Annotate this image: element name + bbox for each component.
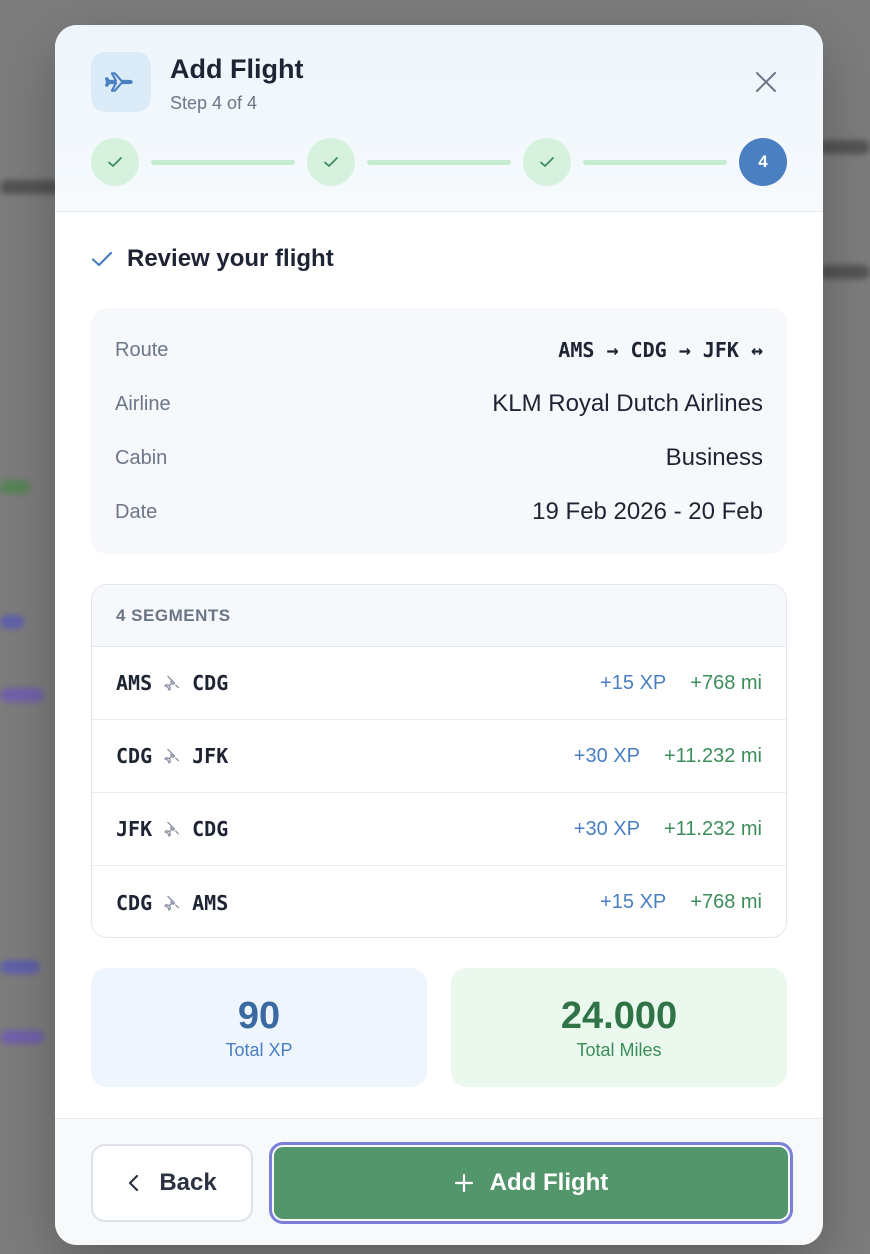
summary-value-cabin: Business — [665, 444, 763, 471]
summary-row-airline: Airline KLM Royal Dutch Airlines — [115, 389, 763, 419]
check-icon — [324, 157, 338, 167]
segment-xp: +30 XP — [573, 817, 640, 840]
check-icon — [540, 157, 554, 167]
total-xp-card: 90 Total XP — [91, 968, 427, 1087]
segment-earnings: +30 XP +11.232 mi — [574, 745, 762, 768]
plane-swap-icon — [164, 748, 180, 764]
total-miles-label: Total Miles — [576, 1039, 662, 1060]
step-3-complete — [523, 138, 571, 186]
segment-to: AMS — [192, 890, 229, 915]
segment-earnings: +15 XP +768 mi — [600, 891, 762, 914]
add-flight-button-label: Add Flight — [489, 1169, 609, 1196]
add-flight-modal: Add Flight Step 4 of 4 4 Review your fli — [55, 25, 823, 1245]
back-button[interactable]: Back — [91, 1144, 253, 1222]
check-icon — [91, 251, 113, 267]
step-connector — [367, 160, 511, 165]
total-xp-value: 90 — [237, 994, 281, 1037]
back-button-label: Back — [159, 1169, 217, 1196]
add-flight-button-body[interactable]: Add Flight — [274, 1147, 788, 1219]
segment-route: CDG JFK — [116, 744, 228, 768]
segment-miles: +768 mi — [690, 671, 762, 694]
segment-row: AMS CDG +15 XP +768 mi — [92, 647, 786, 720]
review-title: Review your flight — [127, 245, 334, 272]
step-1-complete — [91, 138, 139, 186]
summary-row-cabin: Cabin Business — [115, 443, 763, 473]
plane-icon — [91, 52, 151, 112]
segments-header: 4 SEGMENTS — [92, 585, 786, 647]
review-heading: Review your flight — [91, 245, 334, 273]
stepper: 4 — [91, 138, 787, 186]
step-2-complete — [307, 138, 355, 186]
segments-table: 4 SEGMENTS AMS CDG +15 XP +768 mi CDG JF… — [91, 584, 787, 938]
add-flight-button[interactable]: Add Flight — [269, 1142, 793, 1224]
total-xp-label: Total XP — [225, 1039, 293, 1060]
summary-row-date: Date 19 Feb 2026 - 20 Feb — [115, 497, 763, 527]
modal-title: Add Flight — [170, 54, 304, 84]
segment-route: CDG AMS — [116, 891, 228, 915]
step-4-current: 4 — [739, 138, 787, 186]
plane-swap-icon — [164, 675, 180, 691]
segment-route: JFK CDG — [116, 817, 228, 841]
segment-route: AMS CDG — [116, 671, 228, 695]
segment-from: CDG — [116, 890, 153, 915]
segment-from: CDG — [116, 744, 153, 768]
flight-summary-card: Route AMS → CDG → JFK ↔ Airline KLM Roya… — [91, 308, 787, 554]
modal-footer: Back Add Flight — [55, 1118, 823, 1245]
step-connector — [583, 160, 727, 165]
plane-swap-icon — [164, 895, 180, 911]
step-connector — [151, 160, 295, 165]
segment-row: JFK CDG +30 XP +11.232 mi — [92, 793, 786, 866]
segment-to: CDG — [192, 817, 229, 841]
segment-miles: +768 mi — [690, 891, 762, 913]
segment-xp: +15 XP — [600, 671, 667, 694]
segment-earnings: +30 XP +11.232 mi — [574, 818, 762, 841]
close-button[interactable] — [753, 69, 779, 95]
segment-earnings: +15 XP +768 mi — [600, 672, 762, 695]
check-icon — [108, 157, 122, 167]
summary-value-airline: KLM Royal Dutch Airlines — [492, 390, 763, 417]
chevron-left-icon — [129, 1174, 139, 1192]
plane-swap-icon — [164, 821, 180, 837]
modal-header: Add Flight Step 4 of 4 4 — [55, 25, 823, 212]
segment-to: JFK — [192, 744, 229, 768]
summary-value-route: AMS → CDG → JFK ↔ — [558, 338, 763, 362]
step-indicator-text: Step 4 of 4 — [170, 93, 258, 113]
plus-icon — [454, 1173, 473, 1193]
segment-miles: +11.232 mi — [663, 817, 762, 840]
segment-row: CDG JFK +30 XP +11.232 mi — [92, 720, 786, 793]
segment-xp: +15 XP — [600, 891, 667, 913]
summary-label: Cabin — [115, 446, 168, 469]
summary-row-route: Route AMS → CDG → JFK ↔ — [115, 335, 763, 365]
segment-miles: +11.232 mi — [663, 744, 762, 767]
segment-from: AMS — [116, 671, 153, 695]
summary-label: Route — [115, 338, 169, 361]
summary-label: Date — [115, 500, 158, 523]
segment-xp: +30 XP — [573, 744, 640, 767]
close-icon — [756, 72, 776, 92]
total-miles-card: 24.000 Total Miles — [451, 968, 787, 1087]
segment-row: CDG AMS +15 XP +768 mi — [92, 866, 786, 937]
summary-label: Airline — [115, 392, 171, 415]
segment-to: CDG — [192, 671, 229, 695]
total-miles-value: 24.000 — [560, 994, 678, 1037]
segment-from: JFK — [116, 817, 153, 841]
summary-value-date: 19 Feb 2026 - 20 Feb — [532, 498, 763, 525]
